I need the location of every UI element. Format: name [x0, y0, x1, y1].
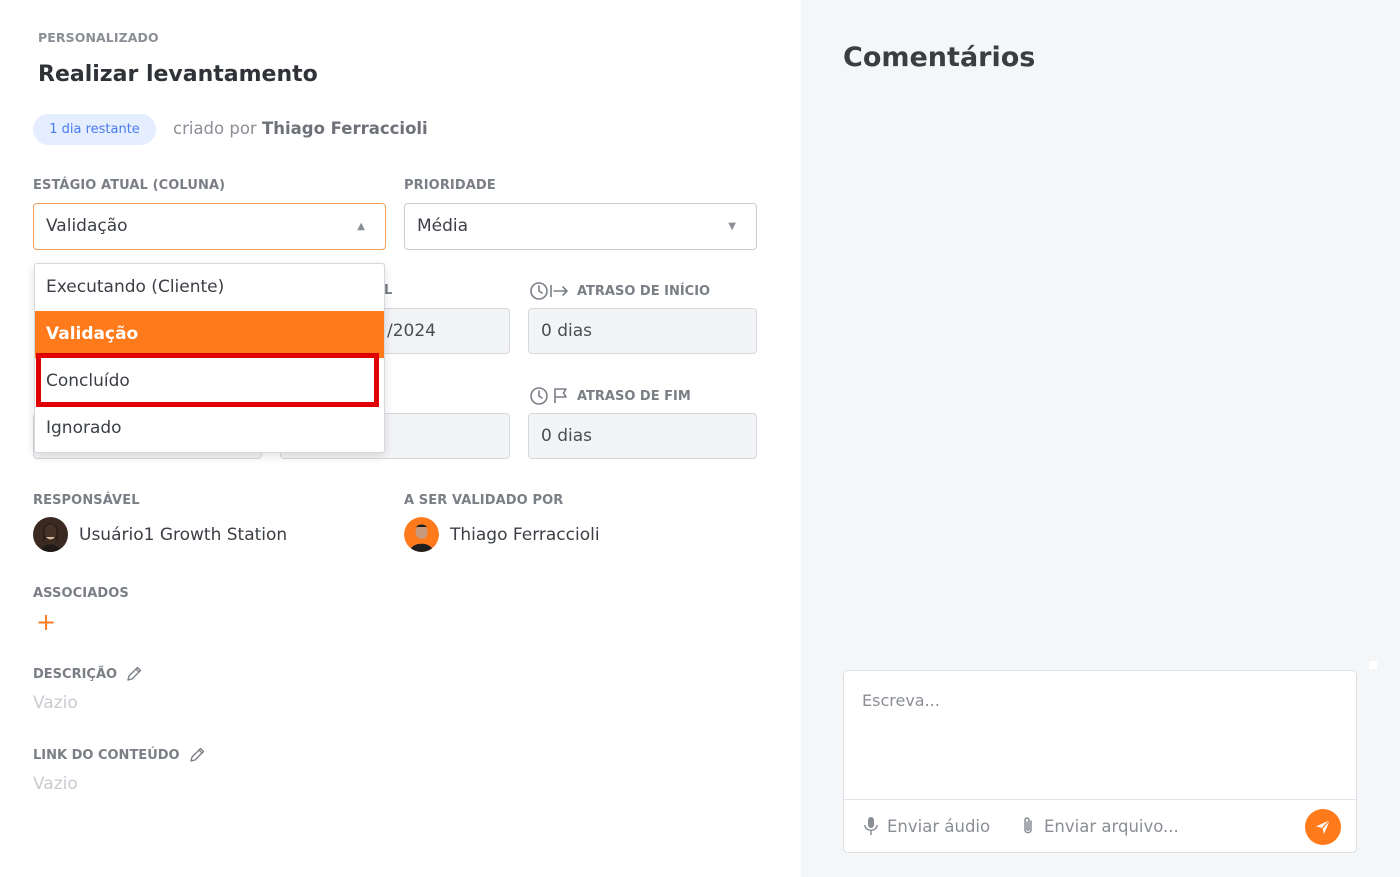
- validator-user[interactable]: Thiago Ferraccioli: [404, 517, 600, 552]
- stage-option-executando[interactable]: Executando (Cliente): [35, 264, 384, 311]
- description-value[interactable]: Vazio: [33, 693, 78, 713]
- priority-select[interactable]: Média ▼: [404, 203, 757, 250]
- start-date-label-fragment: L: [384, 283, 393, 298]
- task-details-panel: PERSONALIZADO Realizar levantamento 1 di…: [0, 0, 801, 877]
- start-delay-label: ATRASO DE INÍCIO: [529, 281, 710, 301]
- start-date-value: /2024: [387, 321, 436, 341]
- chevron-down-icon: ▼: [728, 221, 736, 232]
- task-title: Realizar levantamento: [38, 62, 318, 87]
- content-link-label-text: LINK DO CONTEÚDO: [33, 747, 180, 763]
- associates-label: ASSOCIADOS: [33, 586, 129, 601]
- end-delay-value: 0 dias: [541, 426, 593, 446]
- comment-divider: [844, 799, 1356, 800]
- send-file-button[interactable]: Enviar arquivo...: [1020, 816, 1179, 836]
- start-delay-value: 0 dias: [541, 321, 593, 341]
- microphone-icon: [864, 817, 878, 835]
- description-label: DESCRIÇÃO: [33, 665, 143, 683]
- send-audio-button[interactable]: Enviar áudio: [863, 816, 990, 836]
- start-delay-label-text: ATRASO DE INÍCIO: [577, 283, 711, 299]
- avatar: [404, 517, 439, 552]
- created-by-text: criado por Thiago Ferraccioli: [173, 119, 428, 138]
- send-icon: [1316, 819, 1331, 834]
- created-by-prefix: criado por: [173, 119, 257, 138]
- created-by-name: Thiago Ferraccioli: [261, 119, 428, 138]
- content-link-value[interactable]: Vazio: [33, 774, 78, 794]
- validator-name: Thiago Ferraccioli: [450, 524, 600, 545]
- clock-start-icon: [530, 282, 568, 300]
- comment-composer: Enviar áudio Enviar arquivo...: [843, 670, 1357, 853]
- responsible-user[interactable]: Usuário1 Growth Station: [33, 517, 287, 552]
- priority-selected-value: Média: [417, 216, 469, 236]
- comments-title: Comentários: [843, 42, 1036, 73]
- comment-input[interactable]: [862, 691, 1332, 710]
- priority-label: PRIORIDADE: [404, 178, 496, 193]
- pencil-icon[interactable]: [125, 665, 143, 683]
- end-delay-label-text: ATRASO DE FIM: [577, 388, 691, 404]
- end-delay-label: ATRASO DE FIM: [529, 386, 691, 406]
- stage-option-validacao[interactable]: Validação: [35, 311, 384, 358]
- send-comment-button[interactable]: [1305, 809, 1341, 845]
- stage-dropdown-menu: Executando (Cliente) Validação Concluído…: [34, 263, 385, 453]
- task-type-label: PERSONALIZADO: [38, 30, 159, 45]
- content-link-label: LINK DO CONTEÚDO: [33, 746, 206, 764]
- days-remaining-badge: 1 dia restante: [33, 114, 156, 145]
- chevron-up-icon: ▲: [357, 221, 365, 232]
- stage-option-concluido[interactable]: Concluído: [35, 358, 384, 405]
- stage-label: ESTÁGIO ATUAL (COLUNA): [33, 178, 226, 193]
- avatar: [33, 517, 68, 552]
- stage-option-ignorado[interactable]: Ignorado: [35, 405, 384, 452]
- send-audio-label: Enviar áudio: [887, 816, 991, 836]
- scroll-marker: [1369, 661, 1377, 669]
- description-label-text: DESCRIÇÃO: [33, 666, 118, 682]
- add-associate-button[interactable]: +: [36, 610, 56, 634]
- validator-label: A SER VALIDADO POR: [404, 493, 564, 508]
- clock-flag-icon: [530, 387, 567, 405]
- start-delay-input[interactable]: 0 dias: [528, 308, 757, 354]
- responsible-name: Usuário1 Growth Station: [79, 524, 288, 545]
- send-file-label: Enviar arquivo...: [1044, 816, 1179, 836]
- stage-select[interactable]: Validação ▲: [33, 203, 386, 250]
- pencil-icon[interactable]: [188, 746, 206, 764]
- end-delay-input[interactable]: 0 dias: [528, 413, 757, 459]
- paperclip-icon: [1024, 817, 1032, 834]
- stage-selected-value: Validação: [46, 216, 128, 236]
- responsible-label: RESPONSÁVEL: [33, 493, 140, 508]
